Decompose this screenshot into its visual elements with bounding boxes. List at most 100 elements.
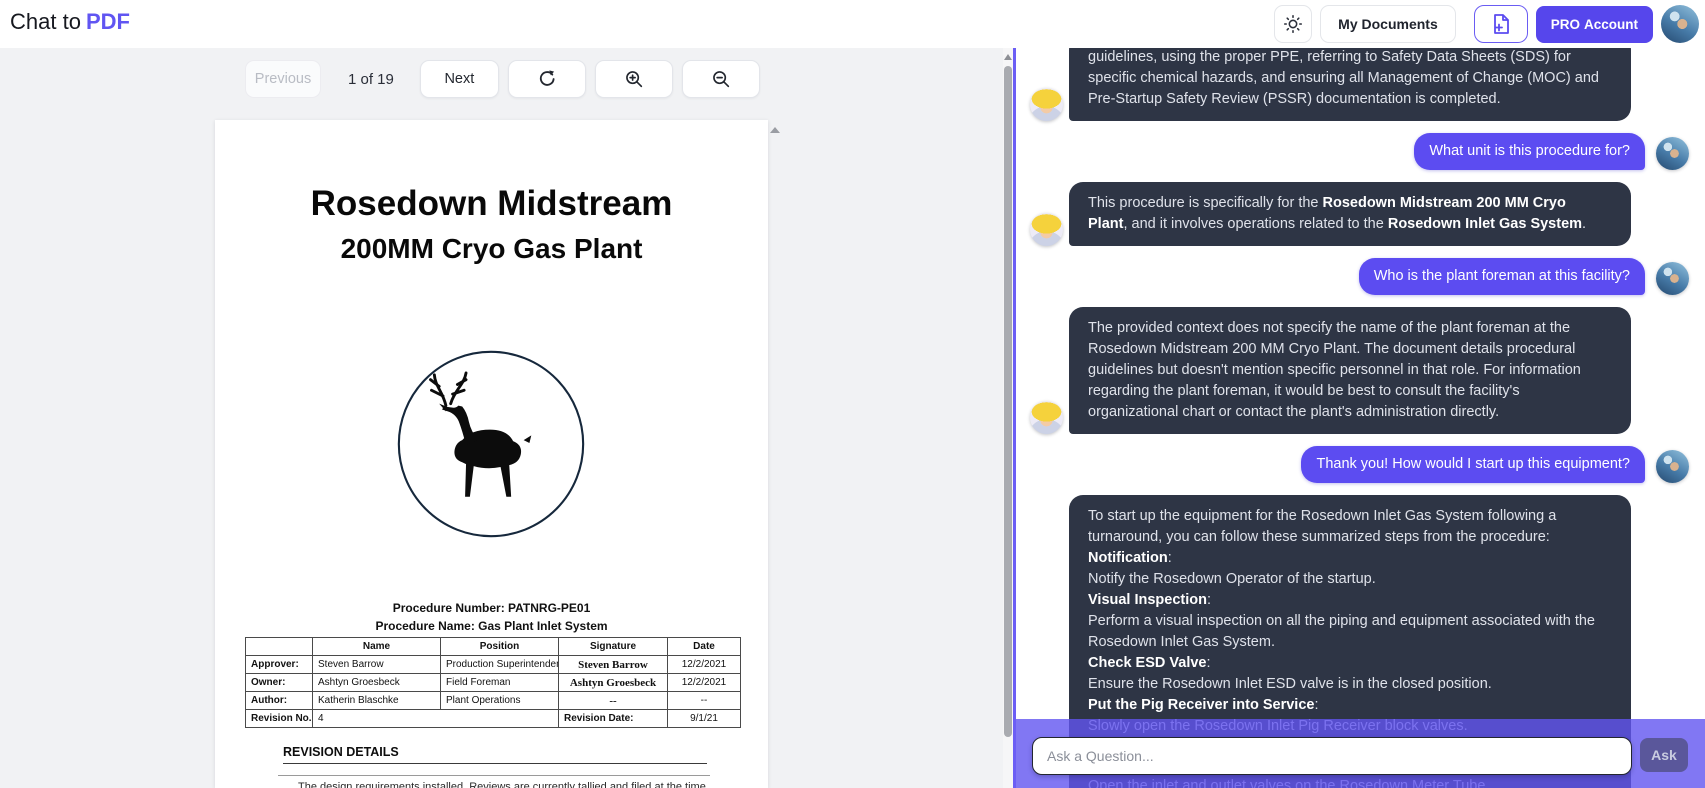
message-line: Put the Pig Receiver into Service: <box>1088 695 1612 716</box>
revision-date-value: 9/1/21 <box>668 710 741 728</box>
cell-position: Plant Operations <box>441 692 559 710</box>
cell-position: Field Foreman <box>441 674 559 692</box>
chat-pane: guidelines, using the proper PPE, referr… <box>1013 48 1705 788</box>
ask-question-bar: Ask <box>1016 719 1705 788</box>
file-plus-icon <box>1489 12 1513 36</box>
user-chat-avatar <box>1656 137 1689 170</box>
deer-logo <box>395 348 587 540</box>
chat-message-user: Who is the plant foreman at this facilit… <box>1030 258 1689 295</box>
table-row: Approver: Steven Barrow Production Super… <box>246 656 741 674</box>
my-documents-button[interactable]: My Documents <box>1320 5 1456 43</box>
page-indicator: 1 of 19 <box>348 71 394 88</box>
pdf-viewer-pane: Previous 1 of 19 Next Rosedown Midstream… <box>0 48 1013 788</box>
message-line: Plant, and it involves operations relate… <box>1088 214 1612 235</box>
message-line: What unit is this procedure for? <box>1429 141 1630 162</box>
message-line: To start up the equipment for the Rosedo… <box>1088 506 1612 527</box>
footer-rule <box>278 775 710 776</box>
document-subtitle: 200MM Cryo Gas Plant <box>215 233 768 265</box>
rotate-refresh-button[interactable] <box>508 60 586 98</box>
procedure-name: Procedure Name: Gas Plant Inlet System <box>215 619 768 633</box>
message-line: specific chemical hazards, and ensuring … <box>1088 68 1612 89</box>
ask-button[interactable]: Ask <box>1640 738 1688 772</box>
row-label: Approver: <box>246 656 313 674</box>
table-header-row: Name Position Signature Date <box>246 638 741 656</box>
revision-details-heading: REVISION DETAILS <box>283 745 707 764</box>
pro-account-button[interactable]: PRO Account <box>1536 6 1653 43</box>
assistant-avatar <box>1030 213 1063 246</box>
col-blank <box>246 638 313 656</box>
add-document-button[interactable] <box>1474 5 1528 43</box>
revision-row: Revision No.: 4 Revision Date: 9/1/21 <box>246 710 741 728</box>
previous-page-button[interactable]: Previous <box>245 60 321 98</box>
cell-signature: -- <box>559 692 668 710</box>
cell-position: Production Superintendent <box>441 656 559 674</box>
app-logo: Chat toPDF <box>10 9 130 35</box>
clipped-text-fragment: The design requirements installed. Revie… <box>278 781 710 788</box>
cell-name: Steven Barrow <box>313 656 441 674</box>
pdf-page: Rosedown Midstream 200MM Cryo Gas Plant <box>215 120 768 788</box>
table-row: Author: Katherin Blaschke Plant Operatio… <box>246 692 741 710</box>
document-title: Rosedown Midstream <box>215 184 768 224</box>
cell-signature: Ashtyn Groesbeck <box>559 674 668 692</box>
message-line: turnaround, you can follow these summari… <box>1088 527 1612 548</box>
user-chat-avatar <box>1656 450 1689 483</box>
zoom-in-button[interactable] <box>595 60 673 98</box>
user-message-bubble: What unit is this procedure for? <box>1414 133 1645 170</box>
zoom-in-icon <box>623 68 645 90</box>
scrollbar-up-arrow[interactable] <box>1004 54 1012 60</box>
message-line: guidelines but doesn't mention specific … <box>1088 360 1612 381</box>
pdf-toolbar: Previous 1 of 19 Next <box>245 60 760 98</box>
assistant-message-bubble: The provided context does not specify th… <box>1069 307 1631 434</box>
col-name: Name <box>313 638 441 656</box>
revision-date-label: Revision Date: <box>559 710 668 728</box>
approval-table: Name Position Signature Date Approver: S… <box>245 637 741 728</box>
row-label: Owner: <box>246 674 313 692</box>
assistant-avatar <box>1030 401 1063 434</box>
pro-label: PRO <box>1551 17 1580 32</box>
message-line: Rosedown Inlet Gas System. <box>1088 632 1612 653</box>
message-line: Visual Inspection: <box>1088 590 1612 611</box>
procedure-number: Procedure Number: PATNRG-PE01 <box>215 601 768 615</box>
logo-text: Chat to <box>10 9 81 34</box>
chat-messages: guidelines, using the proper PPE, referr… <box>1016 48 1705 788</box>
ask-question-input[interactable] <box>1032 737 1632 775</box>
assistant-message-bubble: This procedure is specifically for the R… <box>1069 182 1631 246</box>
col-signature: Signature <box>559 638 668 656</box>
scrollbar-thumb[interactable] <box>1004 66 1012 737</box>
page-scroll-up-arrow[interactable] <box>770 127 780 133</box>
next-label: Next <box>444 71 474 87</box>
cell-name: Ashtyn Groesbeck <box>313 674 441 692</box>
my-documents-label: My Documents <box>1338 16 1438 32</box>
user-message-bubble: Thank you! How would I start up this equ… <box>1301 446 1645 483</box>
logo-accent-text: PDF <box>86 9 130 34</box>
message-line: Who is the plant foreman at this facilit… <box>1374 266 1630 287</box>
app-header: Chat toPDF My Documents PRO Account <box>0 0 1705 48</box>
cell-date: -- <box>668 692 741 710</box>
message-line: Perform a visual inspection on all the p… <box>1088 611 1612 632</box>
next-page-button[interactable]: Next <box>420 60 499 98</box>
assistant-avatar <box>1030 88 1063 121</box>
col-date: Date <box>668 638 741 656</box>
previous-label: Previous <box>255 71 311 87</box>
cell-name: Katherin Blaschke <box>313 692 441 710</box>
cell-date: 12/2/2021 <box>668 656 741 674</box>
user-message-bubble: Who is the plant foreman at this facilit… <box>1359 258 1645 295</box>
cell-date: 12/2/2021 <box>668 674 741 692</box>
user-chat-avatar <box>1656 262 1689 295</box>
zoom-out-button[interactable] <box>682 60 760 98</box>
user-avatar[interactable] <box>1661 5 1699 43</box>
message-line: regarding the plant foreman, it would be… <box>1088 381 1612 402</box>
chat-message-user: What unit is this procedure for? <box>1030 133 1689 170</box>
message-line: Pre-Startup Safety Review (PSSR) documen… <box>1088 89 1612 110</box>
header-actions: My Documents PRO Account <box>1274 5 1699 43</box>
theme-toggle-button[interactable] <box>1274 5 1312 43</box>
message-line: Notification: <box>1088 548 1612 569</box>
chat-message-assistant: This procedure is specifically for the R… <box>1030 182 1689 246</box>
message-line: organizational chart or contact the plan… <box>1088 402 1612 423</box>
row-label: Author: <box>246 692 313 710</box>
refresh-icon <box>536 68 558 90</box>
chat-message-user: Thank you! How would I start up this equ… <box>1030 446 1689 483</box>
revision-no-label: Revision No.: <box>246 710 313 728</box>
revision-no-value: 4 <box>313 710 559 728</box>
chat-message-assistant: The provided context does not specify th… <box>1030 307 1689 434</box>
